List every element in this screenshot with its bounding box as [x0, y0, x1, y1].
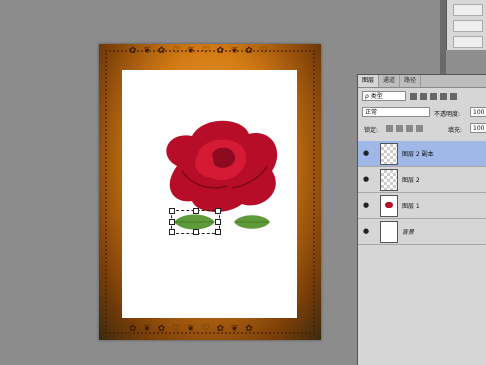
layer-thumbnail [380, 195, 398, 217]
transform-handle-tm[interactable] [193, 208, 199, 214]
transform-handle-mr[interactable] [215, 219, 221, 225]
tab-layers[interactable]: 图层 [358, 75, 380, 87]
layer-row[interactable]: ● 图层 2 副本 [358, 141, 486, 167]
transform-handle-br[interactable] [215, 229, 221, 235]
filter-smart-icon[interactable] [450, 93, 457, 100]
visibility-eye-icon[interactable]: ● [362, 227, 370, 235]
top-panel-control-2[interactable] [453, 20, 483, 32]
layer-thumbnail [380, 221, 398, 243]
layer-name: 图层 1 [402, 203, 420, 210]
transform-bounding-box[interactable] [169, 208, 221, 235]
filter-adjust-icon[interactable] [420, 93, 427, 100]
opacity-field[interactable]: 100 [470, 107, 486, 117]
transform-handle-bl[interactable] [169, 229, 175, 235]
top-panel-control-3[interactable] [453, 36, 483, 48]
transform-handle-ml[interactable] [169, 219, 175, 225]
frame-ornament-top: ✿ ❦ ✿ ♡ ❦ ♡ ✿ ❦ ✿ ♡ [129, 46, 270, 56]
tab-channels[interactable]: 通道 [379, 75, 401, 87]
layer-name: 图层 2 [402, 177, 420, 184]
fill-field[interactable]: 100 [470, 123, 486, 133]
fill-label: 填充: [448, 127, 463, 134]
blend-mode-select[interactable]: 正常 [362, 107, 430, 117]
top-panel-control-1[interactable] [453, 4, 483, 16]
filter-kind-select[interactable]: ρ 类型 [362, 91, 406, 101]
filter-pixel-icon[interactable] [410, 93, 417, 100]
lock-position-icon[interactable] [406, 125, 413, 132]
visibility-eye-icon[interactable]: ● [362, 201, 370, 209]
transform-handle-tl[interactable] [169, 208, 175, 214]
layer-name: 背景 [402, 229, 415, 236]
rose-thumb-icon [385, 202, 393, 208]
lock-transparent-icon[interactable] [386, 125, 393, 132]
visibility-eye-icon[interactable]: ● [362, 149, 370, 157]
filter-shape-icon[interactable] [440, 93, 447, 100]
transform-handle-bm[interactable] [193, 229, 199, 235]
layer-thumbnail [380, 169, 398, 191]
layer-row[interactable]: ● 图层 1 [358, 193, 486, 219]
layer-name: 图层 2 副本 [402, 151, 434, 158]
layer-thumbnail [380, 143, 398, 165]
lock-label: 锁定: [364, 127, 379, 134]
visibility-eye-icon[interactable]: ● [362, 175, 370, 183]
top-right-panel [446, 0, 486, 50]
lock-all-icon[interactable] [416, 125, 423, 132]
opacity-label: 不透明度: [434, 111, 461, 118]
panel-tabs: 图层 通道 路径 [358, 75, 486, 88]
leaf-image-right[interactable] [232, 212, 272, 232]
document-frame[interactable]: ✿ ❦ ✿ ♡ ❦ ♡ ✿ ❦ ✿ ♡ ✿ ❦ ✿ ♡ ❦ ♡ ✿ ❦ ✿ [99, 44, 321, 340]
tab-paths[interactable]: 路径 [400, 75, 422, 87]
rose-image[interactable] [157, 116, 287, 216]
frame-ornament-bottom: ✿ ❦ ✿ ♡ ❦ ♡ ✿ ❦ ✿ [129, 324, 255, 334]
transform-handle-tr[interactable] [215, 208, 221, 214]
document-page[interactable] [122, 70, 297, 318]
layers-panel: 图层 通道 路径 ρ 类型 正常 不透明度: 100 锁定: 填充: 100 ●… [357, 74, 486, 365]
filter-type-icon[interactable] [430, 93, 437, 100]
layer-row[interactable]: ● 背景 [358, 219, 486, 245]
layer-row[interactable]: ● 图层 2 [358, 167, 486, 193]
lock-paint-icon[interactable] [396, 125, 403, 132]
